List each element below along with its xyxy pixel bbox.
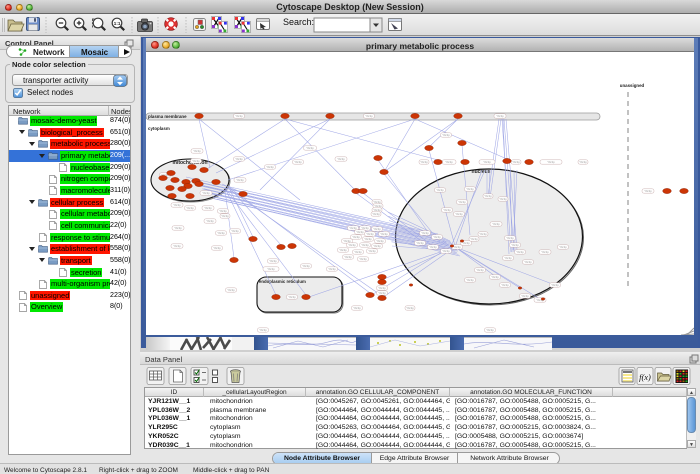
svg-text:1:1: 1:1 xyxy=(114,21,121,26)
svg-text:Ybr2p: Ybr2p xyxy=(458,200,466,204)
svg-text:Ybr2p: Ybr2p xyxy=(354,250,362,254)
svg-text:Ybr2p: Ybr2p xyxy=(376,239,384,243)
svg-text:Ybr2p: Ybr2p xyxy=(213,246,221,250)
svg-text:Ybr2p: Ybr2p xyxy=(541,250,549,254)
svg-text:Ybr2p: Ybr2p xyxy=(483,160,491,164)
svg-text:Ybr2p: Ybr2p xyxy=(511,243,519,247)
svg-text:Ybr2p: Ybr2p xyxy=(302,264,310,268)
svg-text:Ybr2p: Ybr2p xyxy=(294,160,302,164)
svg-text:Ybr2p: Ybr2p xyxy=(372,212,380,216)
svg-text:Ybr2p: Ybr2p xyxy=(455,212,463,216)
svg-text:Ybr2p: Ybr2p xyxy=(420,160,428,164)
svg-text:Ybr2p: Ybr2p xyxy=(269,259,277,263)
svg-text:Ybr2p: Ybr2p xyxy=(348,243,356,247)
svg-text:Ybr2p: Ybr2p xyxy=(486,328,494,332)
svg-text:Ybr2p: Ybr2p xyxy=(492,222,500,226)
svg-text:Ybr2p: Ybr2p xyxy=(217,231,225,235)
svg-text:Ybr2p: Ybr2p xyxy=(221,214,229,218)
svg-text:Ybr2p: Ybr2p xyxy=(504,256,512,260)
svg-text:Ybr2p: Ybr2p xyxy=(378,291,386,295)
svg-text:Ybr2p: Ybr2p xyxy=(470,237,478,241)
svg-text:f(x): f(x) xyxy=(639,372,651,382)
svg-text:Ybr2p: Ybr2p xyxy=(547,160,555,164)
svg-text:Ybr2p: Ybr2p xyxy=(206,219,214,223)
svg-text:Ybr2p: Ybr2p xyxy=(466,278,474,282)
svg-text:Ybr2p: Ybr2p xyxy=(406,306,414,310)
svg-text:Ybr2p: Ybr2p xyxy=(236,178,244,182)
svg-text:unassigned: unassigned xyxy=(620,83,645,88)
svg-text:endoplasmic reticulum: endoplasmic reticulum xyxy=(259,279,306,284)
svg-text:Ybr2p: Ybr2p xyxy=(443,208,451,212)
svg-text:Ybr2p: Ybr2p xyxy=(445,160,453,164)
svg-text:Ybr2p: Ybr2p xyxy=(328,267,336,271)
svg-text:Ybr2p: Ybr2p xyxy=(476,268,484,272)
svg-text:Ybr2p: Ybr2p xyxy=(373,227,381,231)
svg-text:Ybr2p: Ybr2p xyxy=(364,237,372,241)
svg-text:Ybr2p: Ybr2p xyxy=(466,187,474,191)
svg-text:Ybr2p: Ybr2p xyxy=(266,165,274,169)
svg-text:Ybr2p: Ybr2p xyxy=(235,114,243,118)
svg-text:Ybr2p: Ybr2p xyxy=(442,249,450,253)
svg-text:Ybr2p: Ybr2p xyxy=(496,114,504,118)
svg-text:Ybr2p: Ybr2p xyxy=(173,203,181,207)
svg-text:cytoplasm: cytoplasm xyxy=(148,126,170,131)
svg-text:Ybr2p: Ybr2p xyxy=(521,294,529,298)
svg-text:Ybr2p: Ybr2p xyxy=(366,232,374,236)
svg-text:Ybr2p: Ybr2p xyxy=(202,191,210,195)
svg-text:Ybr2p: Ybr2p xyxy=(453,245,461,249)
svg-text:Ybr2p: Ybr2p xyxy=(344,255,352,259)
svg-text:Ybr2p: Ybr2p xyxy=(501,283,509,287)
svg-text:Ybr2p: Ybr2p xyxy=(429,245,437,249)
svg-text:Ybr2p: Ybr2p xyxy=(491,275,499,279)
svg-text:Ybr2p: Ybr2p xyxy=(499,197,507,201)
svg-text:Ybr2p: Ybr2p xyxy=(579,160,587,164)
svg-text:Ybr2p: Ybr2p xyxy=(368,249,376,253)
svg-text:Ybr2p: Ybr2p xyxy=(373,244,381,248)
svg-text:Ybr2p: Ybr2p xyxy=(524,260,532,264)
svg-text:Ybr2p: Ybr2p xyxy=(506,236,514,240)
svg-text:Ybr2p: Ybr2p xyxy=(378,286,386,290)
svg-text:Ybr2p: Ybr2p xyxy=(512,160,520,164)
svg-text:Ybr2p: Ybr2p xyxy=(442,133,450,137)
svg-text:Ybr2p: Ybr2p xyxy=(559,245,567,249)
svg-text:Ybr2p: Ybr2p xyxy=(436,188,444,192)
svg-text:Ybr2p: Ybr2p xyxy=(306,146,314,150)
svg-text:Ybr2p: Ybr2p xyxy=(267,267,275,271)
svg-text:Ybr2p: Ybr2p xyxy=(231,229,239,233)
svg-text:Ybr2p: Ybr2p xyxy=(484,194,492,198)
svg-text:Ybr2p: Ybr2p xyxy=(193,149,201,153)
svg-text:Ybr2p: Ybr2p xyxy=(421,231,429,235)
svg-text:Ybr2p: Ybr2p xyxy=(479,232,487,236)
svg-text:Ybr2p: Ybr2p xyxy=(219,209,227,213)
svg-text:Ybr2p: Ybr2p xyxy=(174,226,182,230)
svg-text:Ybr2p: Ybr2p xyxy=(186,206,194,210)
svg-text:Ybr2p: Ybr2p xyxy=(352,235,360,239)
svg-text:Ybr2p: Ybr2p xyxy=(353,306,361,310)
svg-text:Ybr2p: Ybr2p xyxy=(365,114,373,118)
svg-text:Ybr2p: Ybr2p xyxy=(173,244,181,248)
svg-text:Ybr2p: Ybr2p xyxy=(235,157,243,161)
svg-text:Ybr2p: Ybr2p xyxy=(359,257,367,261)
svg-text:Ybr2p: Ybr2p xyxy=(380,232,388,236)
svg-text:Search:: Search: xyxy=(283,17,314,27)
svg-text:plasma membrane: plasma membrane xyxy=(148,114,187,119)
svg-text:Ybr2p: Ybr2p xyxy=(416,241,424,245)
svg-text:Ybr2p: Ybr2p xyxy=(192,159,200,163)
svg-text:Ybr2p: Ybr2p xyxy=(516,250,524,254)
svg-text:Ybr2p: Ybr2p xyxy=(259,328,267,332)
svg-text:Ybr2p: Ybr2p xyxy=(337,157,345,161)
svg-text:Ybr2p: Ybr2p xyxy=(288,295,296,299)
svg-text:Ybr2p: Ybr2p xyxy=(551,283,559,287)
svg-text:Ybr2p: Ybr2p xyxy=(227,288,235,292)
svg-text:Ybr2p: Ybr2p xyxy=(339,248,347,252)
svg-text:Ybr2p: Ybr2p xyxy=(361,243,369,247)
svg-text:Ybr2p: Ybr2p xyxy=(204,206,212,210)
svg-text:Ybr2p: Ybr2p xyxy=(433,235,441,239)
svg-text:Ybr2p: Ybr2p xyxy=(356,230,364,234)
svg-text:Ybr2p: Ybr2p xyxy=(644,189,652,193)
